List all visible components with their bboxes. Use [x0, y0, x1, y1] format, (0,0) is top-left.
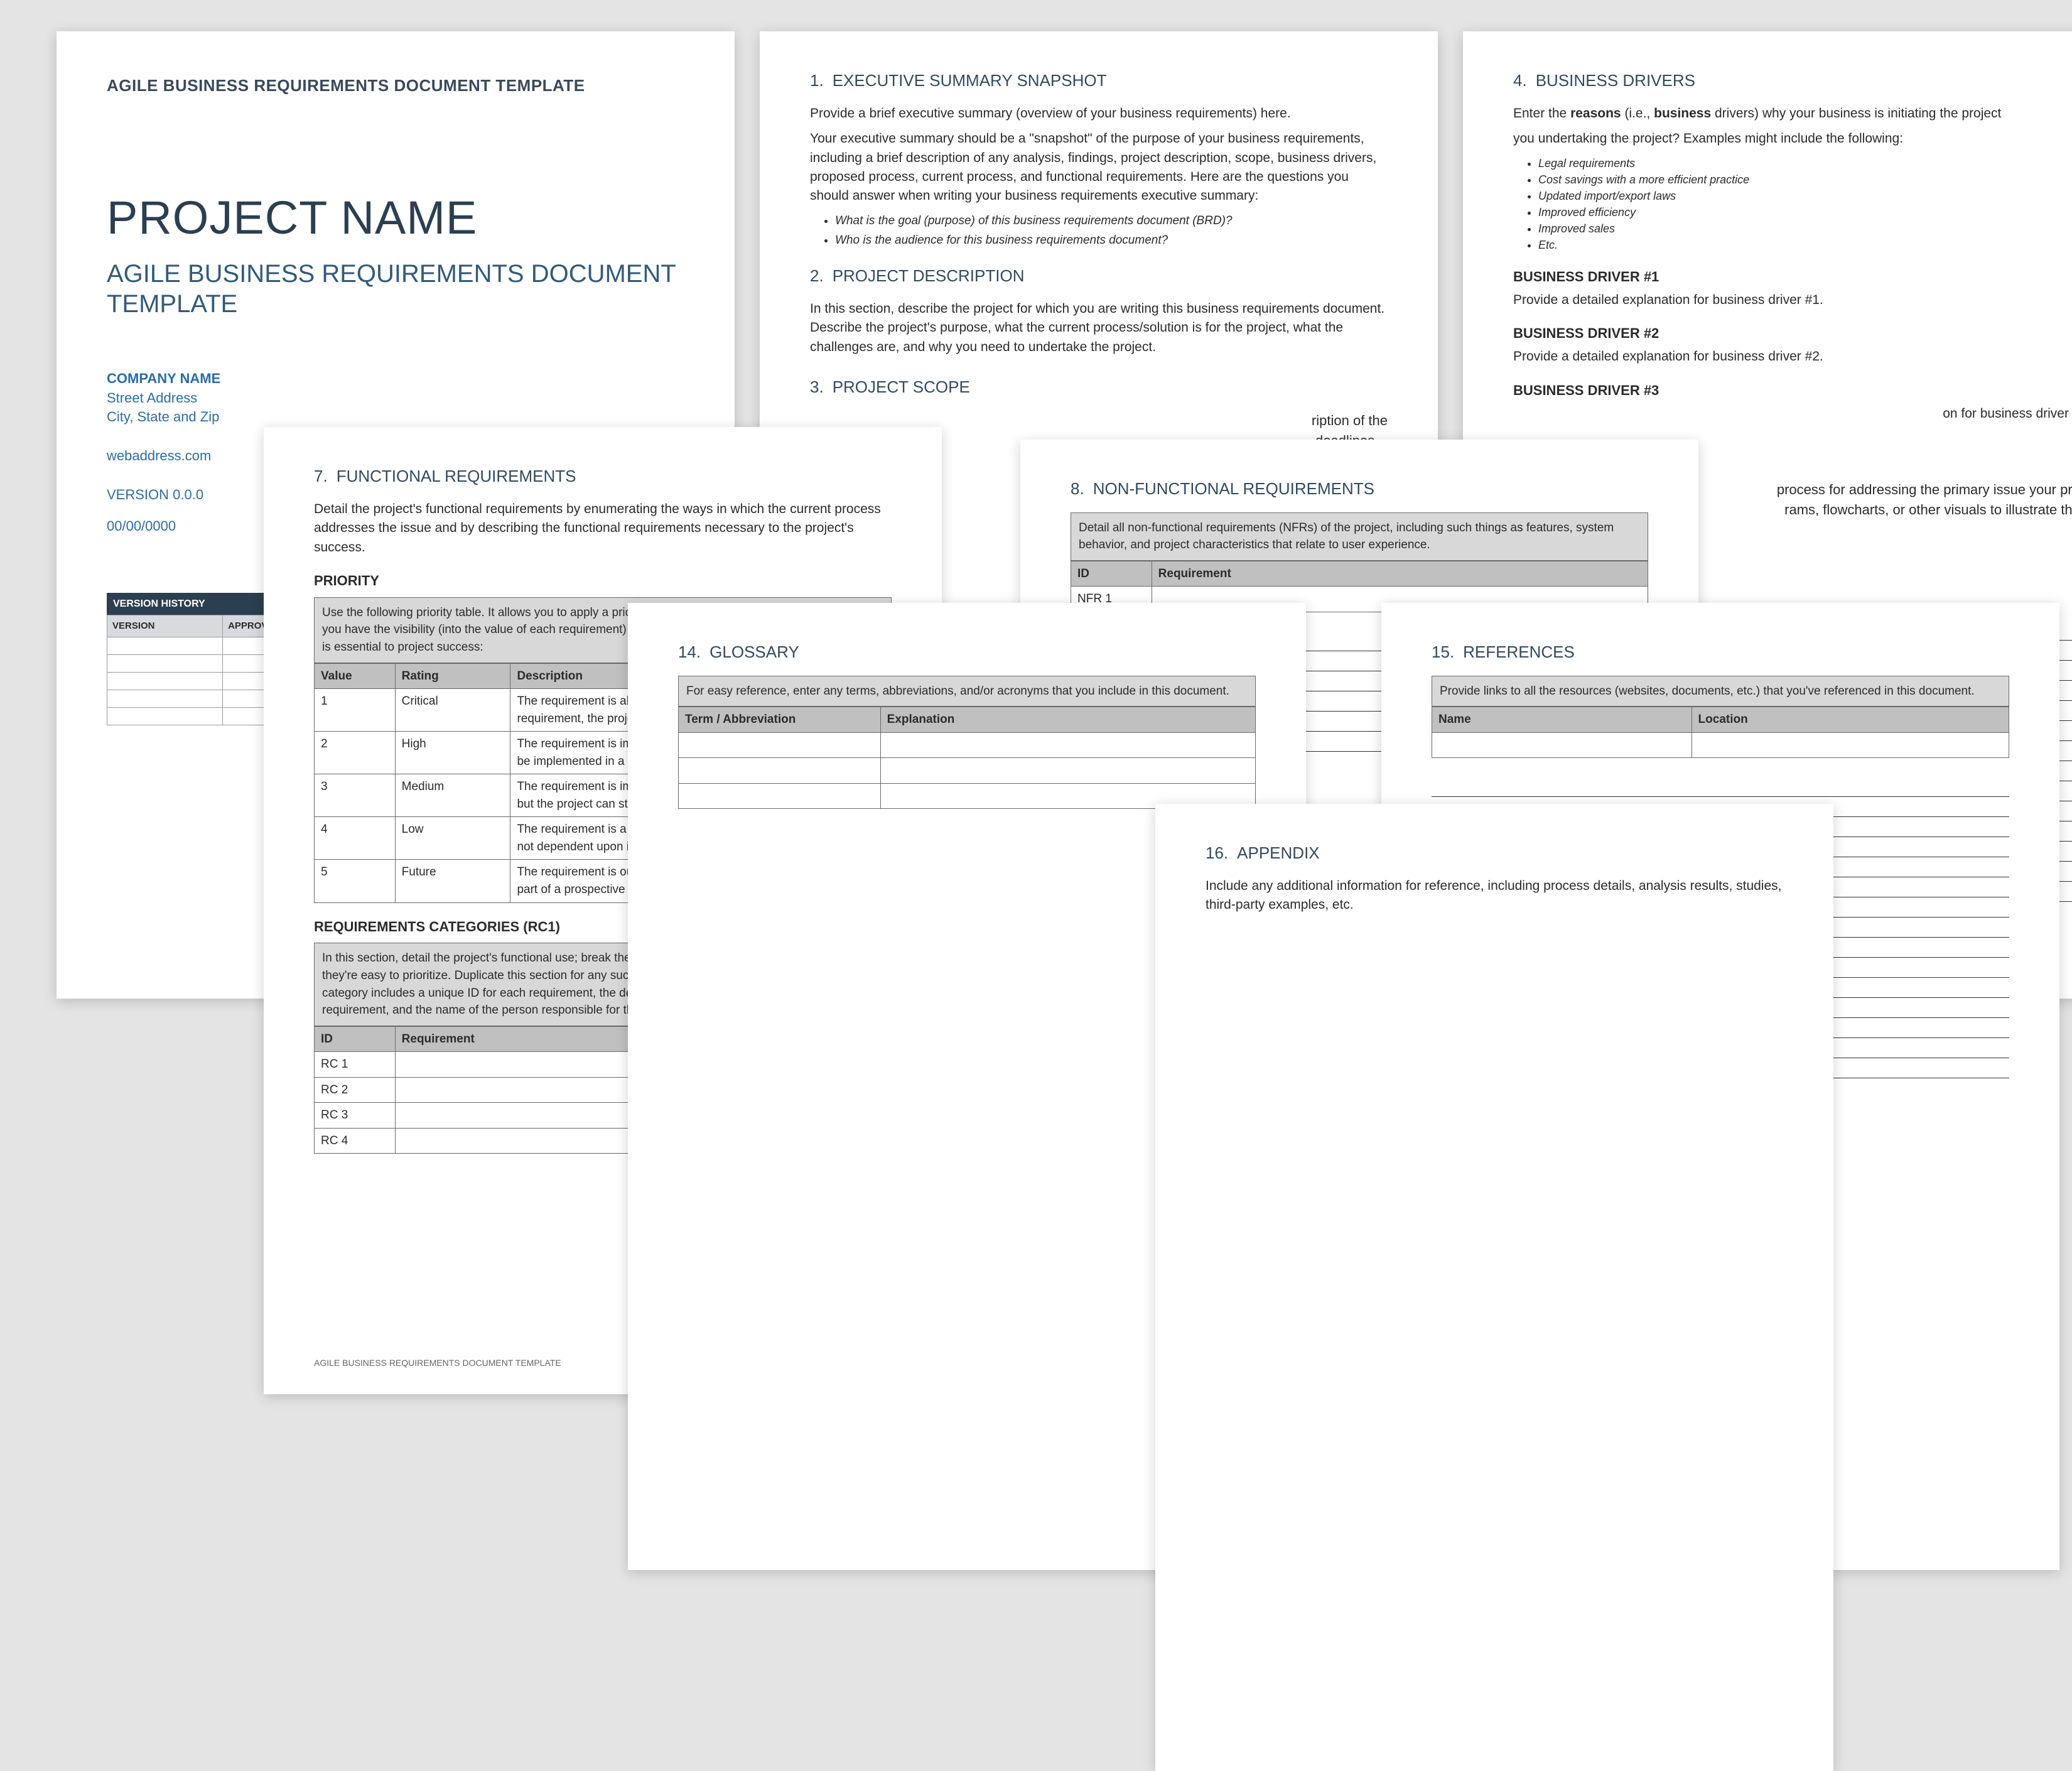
- body-text: Detail the project's functional requirem…: [314, 500, 892, 557]
- glossary-table: Term / Abbreviation Explanation: [678, 707, 1256, 809]
- subheading: BUSINESS DRIVER #1: [1513, 267, 2072, 287]
- section-heading-references: 15.REFERENCES: [1432, 641, 2009, 664]
- col-id: ID: [1071, 561, 1152, 587]
- col-id: ID: [315, 1026, 396, 1052]
- body-text: Provide a detailed explanation for busin…: [1513, 291, 2072, 310]
- list-item: Improved sales: [1538, 220, 2072, 237]
- section-heading-functional-req: 7.FUNCTIONAL REQUIREMENTS: [314, 465, 892, 489]
- page-footer: AGILE BUSINESS REQUIREMENTS DOCUMENT TEM…: [314, 1357, 561, 1369]
- company-addr2: City, State and Zip: [107, 408, 684, 427]
- body-text: In this section, describe the project fo…: [810, 300, 1388, 357]
- col-rating: Rating: [395, 663, 510, 689]
- body-text: you undertaking the project? Examples mi…: [1513, 129, 2072, 148]
- section-heading-exec-summary: 1.EXECUTIVE SUMMARY SNAPSHOT: [810, 69, 1388, 93]
- body-text: Provide a brief executive summary (overv…: [810, 104, 1388, 123]
- section-heading-glossary: 14.GLOSSARY: [678, 641, 1256, 664]
- page-appendix: 16.APPENDIX Include any additional infor…: [1155, 804, 1833, 1771]
- section-heading-project-scope: 3.PROJECT SCOPE: [810, 376, 1388, 399]
- list-item: Etc.: [1538, 237, 2072, 253]
- body-text-fragment: on for business driver #3.: [1513, 404, 2072, 423]
- table-row: [679, 758, 1256, 784]
- list-item: What is the goal (purpose) of this busin…: [835, 212, 1388, 230]
- col-term: Term / Abbreviation: [679, 707, 881, 733]
- body-text: Enter the reasons (i.e., business driver…: [1513, 104, 2072, 123]
- references-table: Name Location: [1432, 707, 2009, 758]
- body-text: Include any additional information for r…: [1206, 877, 1783, 915]
- section-heading-nfr: 8.NON-FUNCTIONAL REQUIREMENTS: [1071, 477, 1648, 501]
- section-heading-appendix: 16.APPENDIX: [1206, 842, 1783, 865]
- table-row: [679, 732, 1256, 758]
- glossary-intro-box: For easy reference, enter any terms, abb…: [678, 676, 1256, 707]
- body-text: Your executive summary should be a "snap…: [810, 129, 1388, 206]
- references-intro-box: Provide links to all the resources (webs…: [1432, 676, 2009, 707]
- section-heading-business-drivers: 4.BUSINESS DRIVERS: [1513, 69, 2072, 93]
- col-name: Name: [1432, 707, 1692, 733]
- vh-col-version: VERSION: [107, 615, 223, 637]
- list-item: Updated import/export laws: [1538, 188, 2072, 204]
- project-title: PROJECT NAME: [107, 184, 684, 251]
- body-text: Provide a detailed explanation for busin…: [1513, 347, 2072, 366]
- doc-type-label: AGILE BUSINESS REQUIREMENTS DOCUMENT TEM…: [107, 75, 684, 96]
- list-item: Who is the audience for this business re…: [835, 232, 1388, 249]
- col-location: Location: [1692, 707, 2009, 733]
- list-item: Cost savings with a more efficient pract…: [1538, 171, 2072, 188]
- col-explanation: Explanation: [880, 707, 1255, 733]
- bullet-list: What is the goal (purpose) of this busin…: [835, 212, 1388, 249]
- col-requirement: Requirement: [1152, 561, 1648, 587]
- section-heading-project-desc: 2.PROJECT DESCRIPTION: [810, 264, 1388, 288]
- company-name: COMPANY NAME: [107, 369, 684, 389]
- subheading: BUSINESS DRIVER #3: [1513, 381, 2072, 401]
- subheading-priority: PRIORITY: [314, 571, 892, 591]
- nfr-intro-box: Detail all non-functional requirements (…: [1071, 512, 1648, 561]
- company-addr1: Street Address: [107, 389, 684, 408]
- bullet-list: Legal requirements Cost savings with a m…: [1538, 155, 2072, 254]
- col-value: Value: [315, 663, 396, 689]
- table-row: [1432, 732, 2009, 758]
- project-subtitle: AGILE BUSINESS REQUIREMENTS DOCUMENT TEM…: [107, 259, 684, 319]
- list-item: Improved efficiency: [1538, 204, 2072, 220]
- list-item: Legal requirements: [1538, 155, 2072, 171]
- company-block: COMPANY NAME Street Address City, State …: [107, 369, 684, 427]
- subheading: BUSINESS DRIVER #2: [1513, 323, 2072, 344]
